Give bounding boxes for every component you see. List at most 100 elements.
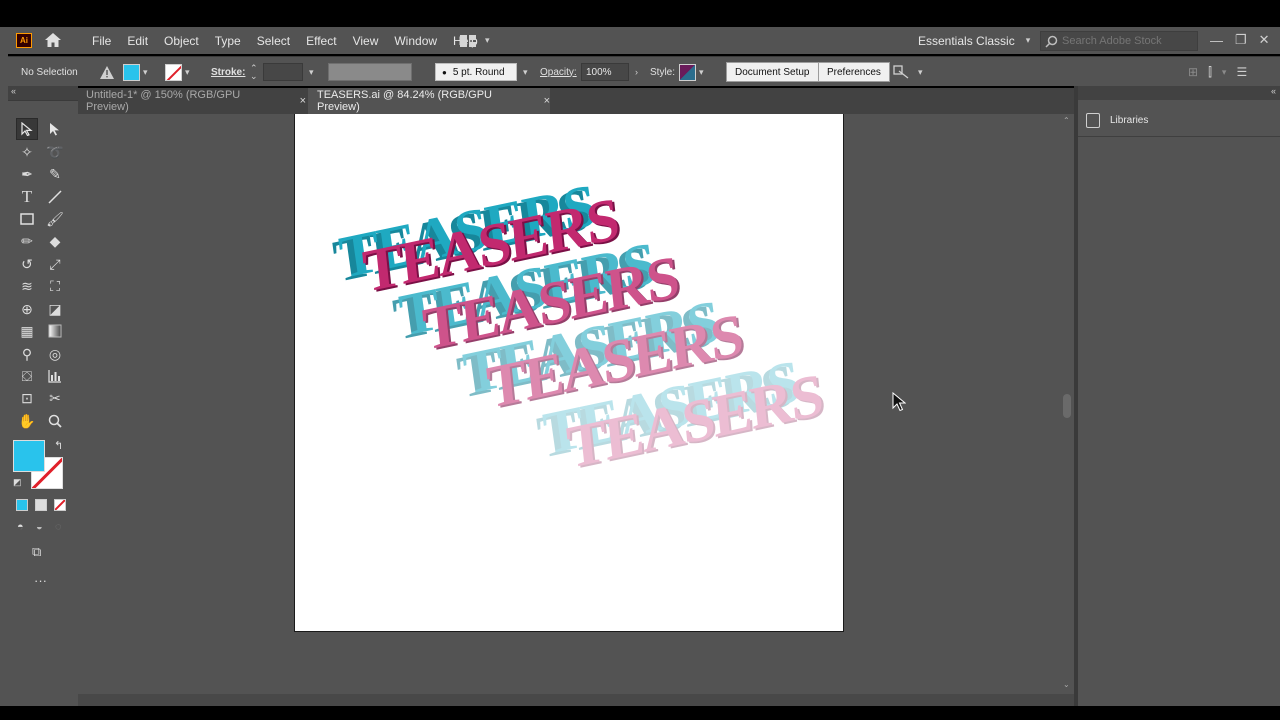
menu-bar: Ai File Edit Object Type Select Effect V… <box>0 27 1280 54</box>
opacity-label[interactable]: Opacity: <box>540 57 577 87</box>
selection-tool[interactable] <box>16 118 38 140</box>
menu-type[interactable]: Type <box>207 34 249 48</box>
pen-tool[interactable]: ✒ <box>16 163 38 185</box>
gradient-mode-button[interactable] <box>35 499 47 511</box>
letterbox-bottom <box>0 706 1280 720</box>
shaper-tool[interactable]: ✏ <box>16 230 38 252</box>
stroke-label[interactable]: Stroke: <box>211 57 245 87</box>
brush-field[interactable]: ● 5 pt. Round <box>435 63 517 81</box>
libraries-panel-tab[interactable]: Libraries <box>1086 108 1148 132</box>
stroke-weight-field[interactable]: ▾ <box>263 57 314 87</box>
width-profile-bar[interactable] <box>328 63 412 81</box>
warning-icon[interactable] <box>100 57 114 87</box>
paintbrush-tool[interactable]: 🖌 <box>44 208 66 230</box>
opacity-input[interactable]: 100% <box>581 63 629 81</box>
arrange-documents-button[interactable]: ▾ <box>460 33 494 48</box>
menu-select[interactable]: Select <box>249 34 298 48</box>
perspective-grid-tool[interactable]: ◪ <box>44 298 66 320</box>
selection-arrow-icon <box>21 122 33 136</box>
curvature-tool[interactable]: ✎ <box>44 163 66 185</box>
panel-separator <box>1078 136 1280 137</box>
brush-definition[interactable]: ● 5 pt. Round ▾ <box>435 57 528 87</box>
close-icon[interactable]: × <box>300 95 306 107</box>
rectangle-tool[interactable] <box>16 208 38 230</box>
workspace-switcher[interactable]: Essentials Classic ▾ <box>918 32 1030 49</box>
slice-tool[interactable]: ✂ <box>44 387 66 409</box>
swap-fill-stroke-icon[interactable]: ↰ <box>54 439 63 452</box>
draw-behind-icon[interactable]: ◒ <box>36 521 43 533</box>
edit-toolbar-icon[interactable]: ··· <box>34 573 47 588</box>
chevron-down-icon[interactable]: ▾ <box>1222 67 1227 78</box>
zoom-tool[interactable] <box>44 410 66 432</box>
none-mode-button[interactable] <box>54 499 66 511</box>
vertical-scrollbar[interactable]: ⌃ ⌄ <box>1060 114 1074 694</box>
home-icon[interactable] <box>44 32 62 48</box>
scroll-up-icon[interactable]: ⌃ <box>1063 116 1070 125</box>
menu-view[interactable]: View <box>345 34 387 48</box>
menu-edit[interactable]: Edit <box>119 34 156 48</box>
close-icon[interactable]: ✕ <box>1259 32 1270 48</box>
minimize-icon[interactable]: — <box>1210 33 1223 48</box>
stock-search[interactable] <box>1040 31 1198 51</box>
column-graph-tool[interactable] <box>44 365 66 387</box>
restore-icon[interactable]: ❐ <box>1235 32 1247 48</box>
scroll-thumb[interactable] <box>1063 394 1071 418</box>
chevron-right-icon[interactable]: › <box>635 67 638 77</box>
blend-tool[interactable]: ◎ <box>44 343 66 365</box>
stroke-color-control[interactable]: ▾ <box>165 57 190 87</box>
artboard-tool[interactable]: ⊡ <box>16 387 38 409</box>
gradient-tool[interactable] <box>44 320 66 342</box>
type-tool[interactable]: T <box>16 186 38 208</box>
preferences-button[interactable]: Preferences <box>818 62 890 82</box>
close-icon[interactable]: × <box>544 95 550 107</box>
free-transform-tool[interactable]: ⛶ <box>44 275 66 297</box>
graphic-style-swatch[interactable] <box>679 63 696 81</box>
tab-teasers[interactable]: TEASERS.ai @ 84.24% (RGB/GPU Preview) × <box>308 88 550 114</box>
rotate-tool[interactable]: ↺ <box>16 253 38 275</box>
menu-file[interactable]: File <box>84 34 119 48</box>
change-screen-mode-icon[interactable]: ⧉ <box>32 544 41 560</box>
draw-inside-icon[interactable]: ◌ <box>55 521 62 533</box>
status-bar <box>78 694 1074 706</box>
document-setup-button[interactable]: Document Setup <box>726 62 819 82</box>
draw-normal-icon[interactable]: ◓ <box>17 521 24 533</box>
tab-untitled[interactable]: Untitled-1* @ 150% (RGB/GPU Preview) × <box>78 88 306 114</box>
hand-tool[interactable]: ✋ <box>16 410 38 432</box>
collapse-panel-icon[interactable]: « <box>1271 86 1276 96</box>
menu-effect[interactable]: Effect <box>298 34 344 48</box>
hamburger-menu-icon[interactable]: ☰ <box>1236 65 1247 79</box>
distribute-icon[interactable]: ⫿ <box>1208 65 1212 80</box>
default-fill-stroke-icon[interactable]: ◩ <box>13 477 22 488</box>
magic-wand-tool[interactable]: ✧ <box>16 141 38 163</box>
stroke-weight-input[interactable] <box>263 63 303 81</box>
artboard[interactable]: TEASERS TEASERS TEASERS TEASERS TEASERS … <box>294 114 844 632</box>
scroll-down-icon[interactable]: ⌄ <box>1063 680 1070 689</box>
eraser-tool[interactable]: ◆ <box>44 230 66 252</box>
collapse-panel-icon[interactable]: « <box>11 86 16 96</box>
fill-color-control[interactable]: ▾ <box>123 57 148 87</box>
align-icon[interactable]: ⊞ <box>1188 65 1198 79</box>
line-segment-tool[interactable] <box>44 186 66 208</box>
opacity-control[interactable]: 100% › <box>581 57 638 87</box>
lasso-tool[interactable]: ➰ <box>44 141 66 163</box>
stroke-swatch[interactable] <box>165 63 182 81</box>
search-input[interactable] <box>1062 35 1190 47</box>
fill-swatch[interactable] <box>123 63 140 81</box>
graphic-style-control[interactable]: ▾ <box>679 57 704 87</box>
menu-object[interactable]: Object <box>156 34 207 48</box>
shape-builder-tool[interactable]: ⊕ <box>16 298 38 320</box>
direct-selection-tool[interactable] <box>44 118 66 140</box>
scale-tool[interactable]: ⤢ <box>44 253 66 275</box>
fill-color-box[interactable] <box>13 440 45 472</box>
canvas-area[interactable]: TEASERS TEASERS TEASERS TEASERS TEASERS … <box>78 114 1060 706</box>
menu-window[interactable]: Window <box>386 34 445 48</box>
eyedropper-tool[interactable]: ⚲ <box>16 343 38 365</box>
width-tool[interactable]: ≋ <box>16 275 38 297</box>
stroke-weight-stepper[interactable]: ⌃ ⌄ <box>250 57 258 87</box>
variable-width-profile[interactable] <box>328 57 412 87</box>
color-mode-button[interactable] <box>16 499 28 511</box>
arrange-control[interactable]: ▾ <box>893 57 923 87</box>
symbol-sprayer-tool[interactable]: ⛋ <box>16 365 38 387</box>
stepper-arrows-icon[interactable]: ⌃ ⌄ <box>250 64 258 81</box>
mesh-tool[interactable]: ▦ <box>16 320 38 342</box>
